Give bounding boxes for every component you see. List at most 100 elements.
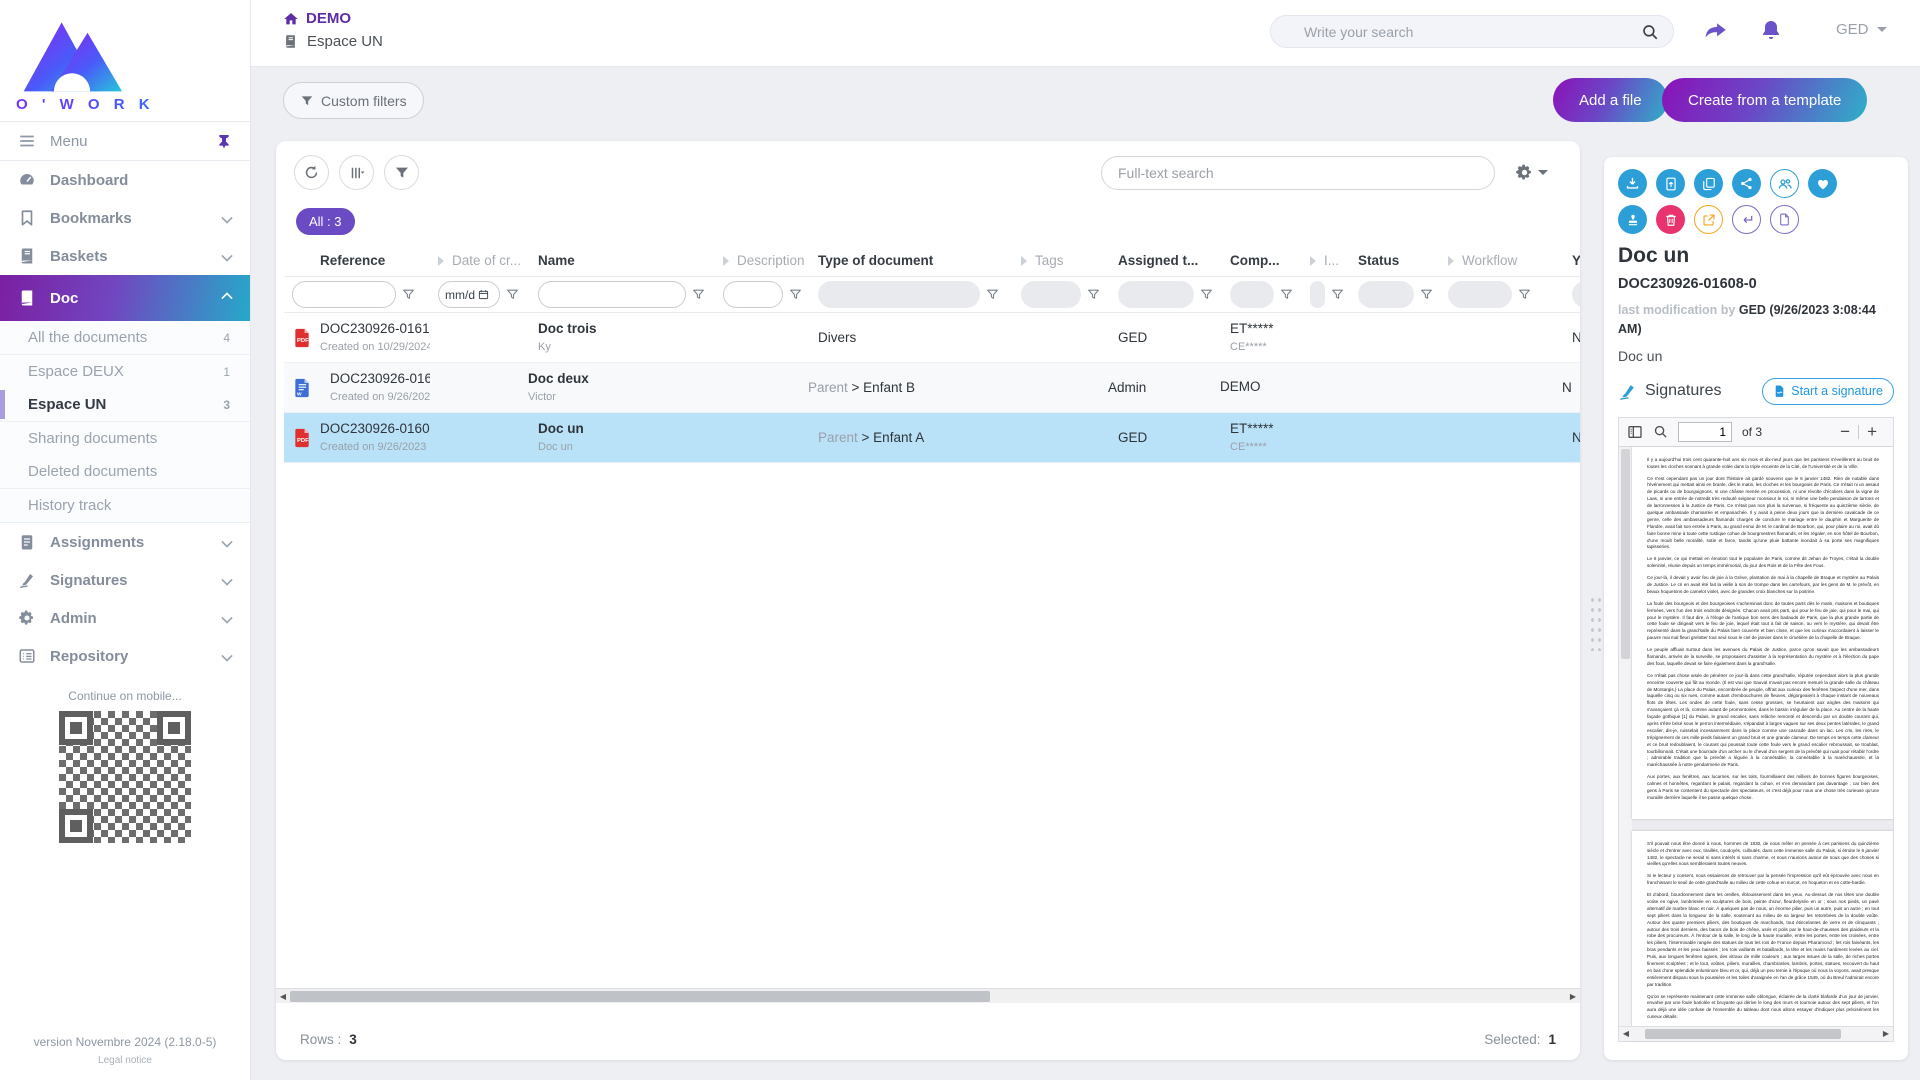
sidebar-item-deleted-documents[interactable]: Deleted documents [0,455,250,488]
properties-button[interactable] [1770,205,1799,234]
filter-badge-all[interactable]: All : 3 [296,208,355,235]
funnel-icon[interactable] [1518,288,1531,301]
zoom-in-button[interactable]: + [1859,422,1885,442]
funnel-icon[interactable] [789,288,802,301]
column-header-workflow[interactable]: Workflow [1440,253,1564,268]
table-settings-button[interactable] [1515,163,1548,182]
filter-status-select[interactable] [1358,281,1414,308]
funnel-icon[interactable] [1200,288,1213,301]
sidebar-item-doc[interactable]: Doc [0,275,250,321]
column-header-assigned[interactable]: Assigned t... [1110,253,1222,268]
scrollbar-thumb[interactable] [290,991,990,1002]
funnel-icon[interactable] [1331,288,1344,301]
table-row[interactable]: DOC230926-01609-0Created on 9/26/2023 3:… [284,363,1580,413]
scrollbar-thumb[interactable] [1621,449,1630,659]
sidebar-toggle-icon[interactable] [1627,424,1643,440]
user-menu[interactable]: GED [1836,21,1887,38]
create-from-template-button[interactable]: Create from a template [1662,78,1867,122]
table-horizontal-scrollbar[interactable]: ◀ ▶ [276,988,1580,1003]
zoom-out-button[interactable]: − [1832,422,1858,442]
search-icon[interactable] [1653,424,1668,439]
filter-tags-select[interactable] [1021,281,1081,308]
funnel-icon[interactable] [692,288,705,301]
app-logo[interactable]: O ' W O R K [0,0,250,121]
column-header-company[interactable]: Comp... [1222,253,1302,268]
share-button[interactable] [1732,169,1761,198]
open-external-button[interactable] [1694,205,1723,234]
column-header-i[interactable]: I... [1302,253,1350,268]
sidebar-item-all-documents[interactable]: All the documents 4 [0,321,250,354]
column-header-status[interactable]: Status [1350,253,1440,268]
scroll-left-icon[interactable]: ◀ [276,992,290,1001]
refresh-button[interactable] [294,155,329,190]
breadcrumb-space[interactable]: Espace UN [283,33,383,50]
notification-bell-icon[interactable] [1759,18,1783,42]
assign-users-button[interactable] [1770,169,1799,198]
pdf-horizontal-scrollbar[interactable]: ◀ ▶ [1619,1026,1893,1041]
sidebar-item-admin[interactable]: Admin [0,599,250,637]
legal-notice-link[interactable]: Legal notice [0,1055,250,1080]
filter-name-input[interactable] [538,281,686,308]
funnel-icon[interactable] [506,288,519,301]
scroll-right-icon[interactable]: ▶ [1566,992,1580,1001]
filter-workflow-select[interactable] [1448,281,1512,308]
upload-version-button[interactable] [1656,169,1685,198]
table-row[interactable]: DOC230926-01610-3Created on 10/29/2024 1… [284,313,1580,363]
favorite-button[interactable] [1808,169,1837,198]
table-row-selected[interactable]: DOC230926-01608-0Created on 9/26/2023 3:… [284,413,1580,463]
custom-filters-button[interactable]: Custom filters [283,82,424,119]
sidebar-item-baskets[interactable]: Baskets [0,237,250,275]
scroll-left-icon[interactable]: ◀ [1619,1029,1633,1038]
sidebar-item-history-track[interactable]: History track [0,489,250,522]
filter-assigned-select[interactable] [1118,281,1194,308]
pdf-vertical-scrollbar[interactable] [1619,447,1632,1026]
filter-reference-input[interactable] [292,281,396,308]
pdf-pages[interactable]: Il y a aujourd'hui trois cent quarante-h… [1619,447,1893,1026]
funnel-icon[interactable] [986,288,999,301]
fulltext-search-input[interactable] [1118,165,1478,181]
filter-y-select[interactable] [1572,281,1580,308]
sidebar-item-espace-deux[interactable]: Espace DEUX 1 [0,355,250,388]
column-header-type[interactable]: Type of document [810,253,1013,268]
pin-icon[interactable] [216,133,232,149]
filter-description-input[interactable] [723,281,783,308]
column-header-reference[interactable]: Reference [312,253,430,268]
column-header-date[interactable]: Date of cr... [430,253,530,268]
sidebar-item-bookmarks[interactable]: Bookmarks [0,199,250,237]
filter-i-select[interactable] [1310,281,1325,308]
column-header-name[interactable]: Name [530,253,715,268]
filter-company-select[interactable] [1230,281,1274,308]
scroll-right-icon[interactable]: ▶ [1879,1029,1893,1038]
page-number-input[interactable] [1678,422,1732,442]
sidebar-item-assignments[interactable]: Assignments [0,523,250,561]
panel-resize-grip[interactable] [1588,593,1602,651]
return-button[interactable] [1732,205,1761,234]
filter-type-select[interactable] [818,281,980,308]
start-signature-button[interactable]: Start a signature [1762,378,1894,405]
column-header-y[interactable]: Y... [1564,253,1580,268]
global-search-input[interactable] [1304,24,1641,40]
search-icon[interactable] [1641,23,1659,41]
funnel-icon[interactable] [1280,288,1293,301]
sidebar-item-signatures[interactable]: Signatures [0,561,250,599]
column-header-tags[interactable]: Tags [1013,253,1110,268]
download-button[interactable] [1618,169,1647,198]
menu-toggle[interactable]: Menu [0,121,250,161]
filter-date-input[interactable]: mm/d [438,281,500,308]
filter-button[interactable] [384,155,419,190]
delete-button[interactable] [1656,205,1685,234]
copy-button[interactable] [1694,169,1723,198]
columns-button[interactable] [339,155,374,190]
sidebar-item-dashboard[interactable]: Dashboard [0,161,250,199]
add-file-button[interactable]: Add a file [1553,78,1668,122]
funnel-icon[interactable] [1420,288,1433,301]
calendar-icon[interactable] [478,289,489,300]
column-header-description[interactable]: Description [715,253,810,268]
funnel-icon[interactable] [402,288,415,301]
stamp-button[interactable] [1618,205,1647,234]
sidebar-item-espace-un[interactable]: Espace UN 3 [0,388,250,421]
breadcrumb-workspace[interactable]: DEMO [283,10,383,27]
share-forward-icon[interactable] [1703,18,1729,44]
scrollbar-thumb[interactable] [1645,1029,1841,1039]
sidebar-item-sharing-documents[interactable]: Sharing documents [0,422,250,455]
